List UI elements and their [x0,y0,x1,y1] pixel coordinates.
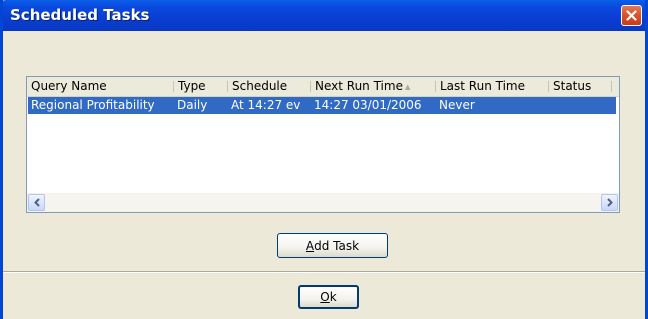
table-row[interactable]: Regional Profitability Daily At 14:27 ev… [28,97,616,114]
scheduled-tasks-table[interactable]: Query Name Type Schedule Next Run Time ▲ … [26,76,620,213]
column-header-next-run-time-label: Next Run Time [315,79,403,93]
horizontal-scrollbar[interactable] [27,193,619,212]
table-header: Query Name Type Schedule Next Run Time ▲ … [27,77,619,97]
cell-status [549,97,616,114]
footer-divider-highlight [3,272,645,273]
column-header-next-run-time[interactable]: Next Run Time ▲ [311,77,435,96]
horizontal-scroll-track[interactable] [45,194,601,211]
title-bar[interactable]: Scheduled Tasks [3,0,645,31]
ok-mnemonic: O [320,290,330,304]
add-task-mnemonic: A [305,238,315,253]
column-separator[interactable] [611,81,612,92]
ok-label: k [329,290,337,304]
vertical-scrollbar[interactable] [619,97,620,193]
scheduled-tasks-dialog: Scheduled Tasks Query Name Type Schedule… [0,0,648,319]
close-icon [626,10,637,21]
column-header-schedule[interactable]: Schedule [228,77,310,96]
column-header-query-name[interactable]: Query Name [27,77,173,96]
column-header-type[interactable]: Type [174,77,227,96]
window-title: Scheduled Tasks [10,6,150,24]
close-button[interactable] [621,5,642,26]
scroll-left-button[interactable] [28,194,45,211]
cell-next-run-time: 14:27 03/01/2006 [314,98,422,112]
vertical-scroll-track[interactable] [619,97,620,193]
add-task-button[interactable]: Add Task [277,233,388,258]
ok-button[interactable]: Ok [298,285,359,309]
chevron-left-icon [33,198,40,207]
cell-query-name: Regional Profitability [31,98,155,112]
cell-schedule: At 14:27 ev [231,98,301,112]
column-header-status[interactable]: Status [549,77,611,96]
cell-type: Daily [177,98,208,112]
column-header-last-run-time[interactable]: Last Run Time [436,77,548,96]
scroll-up-button[interactable] [619,100,620,117]
add-task-label: dd Task [314,238,360,253]
chevron-right-icon [606,198,613,207]
scroll-right-button[interactable] [601,194,618,211]
sort-ascending-icon: ▲ [404,83,411,91]
cell-last-run-time: Never [439,98,475,112]
scroll-down-button[interactable] [619,175,620,192]
